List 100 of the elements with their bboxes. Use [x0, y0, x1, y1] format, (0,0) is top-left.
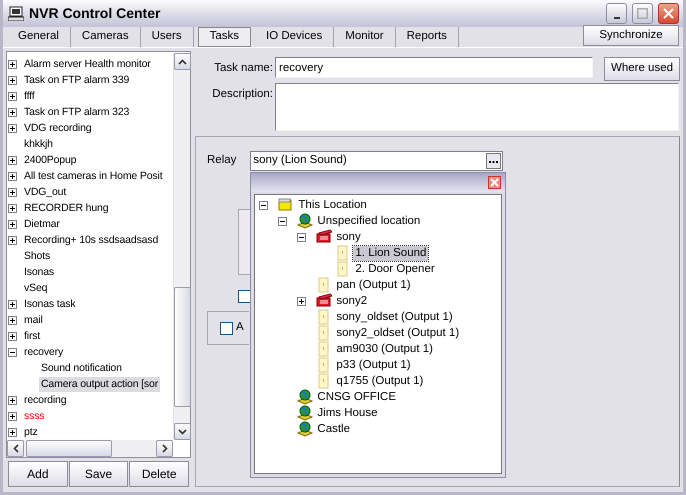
globe-icon: [296, 421, 313, 437]
scroll-up-button[interactable]: [174, 53, 191, 70]
task-name-field[interactable]: recovery: [275, 57, 593, 78]
maximize-button[interactable]: [632, 3, 653, 24]
globe-icon: [296, 405, 313, 421]
collapse-icon[interactable]: [259, 200, 268, 210]
tree-item[interactable]: Alarm server Health monitor: [22, 56, 153, 72]
tree-item[interactable]: ptz: [22, 424, 40, 440]
expand-icon[interactable]: [8, 172, 17, 180]
tree-item[interactable]: Dietmar: [22, 216, 62, 232]
expand-icon[interactable]: [8, 204, 17, 212]
tab[interactable]: Cameras: [70, 27, 141, 47]
minimize-button[interactable]: [606, 3, 627, 24]
expand-icon[interactable]: [8, 396, 17, 404]
tree-item[interactable]: Castle: [315, 422, 352, 436]
task-name-label: Task name:: [213, 61, 273, 76]
tree-item[interactable]: Isonas: [22, 264, 56, 280]
collapse-icon[interactable]: [278, 216, 288, 226]
tab[interactable]: Reports: [396, 27, 459, 47]
tree-item[interactable]: This Location: [296, 198, 369, 212]
horizontal-scrollbar[interactable]: [7, 440, 173, 457]
tree-item[interactable]: Isonas task: [22, 296, 78, 312]
save-button[interactable]: Save: [68, 461, 128, 487]
expand-icon[interactable]: [8, 76, 17, 84]
expand-icon[interactable]: [8, 188, 17, 196]
tree-item[interactable]: Jims House: [315, 406, 380, 420]
tree-item[interactable]: khkkjh: [22, 136, 55, 152]
tab[interactable]: General: [7, 27, 71, 47]
tab[interactable]: IO Devices: [255, 27, 334, 47]
tree-item[interactable]: q1755 (Output 1): [334, 374, 426, 388]
delete-button[interactable]: Delete: [129, 461, 190, 487]
globe-icon: [296, 389, 313, 405]
add-button[interactable]: Add: [8, 461, 68, 487]
tree-item[interactable]: recovery: [22, 344, 66, 360]
tree-item[interactable]: sony2_oldset (Output 1): [334, 326, 462, 340]
expand-icon[interactable]: [297, 296, 306, 306]
relay-value: sony (Lion Sound): [253, 153, 348, 168]
close-button[interactable]: [658, 3, 679, 24]
tree-item[interactable]: ssss: [22, 408, 46, 424]
expand-icon[interactable]: [8, 92, 17, 100]
ellipsis-icon: [489, 160, 498, 162]
tree-item[interactable]: sony2: [334, 294, 370, 308]
scroll-right-button[interactable]: [156, 440, 173, 457]
close-button[interactable]: [488, 176, 502, 189]
tree-item[interactable]: 1. Lion Sound: [353, 246, 428, 260]
synchronize-button[interactable]: Synchronize: [583, 25, 679, 46]
tree-item[interactable]: Sound notification: [39, 360, 124, 376]
tree-item[interactable]: recording: [22, 392, 68, 408]
scrollbar-thumb[interactable]: [174, 287, 191, 407]
tree-item[interactable]: am9030 (Output 1): [334, 342, 435, 356]
expand-icon[interactable]: [8, 236, 17, 244]
close-icon: [663, 8, 674, 19]
tree-item[interactable]: Recording+ 10s ssdsaadsasd: [22, 232, 160, 248]
scrollbar-thumb[interactable]: [26, 440, 112, 457]
tree-item[interactable]: RECORDER hung: [22, 200, 110, 216]
expand-icon[interactable]: [8, 60, 17, 68]
checkbox[interactable]: [238, 290, 251, 303]
tree-item[interactable]: Task on FTP alarm 339: [22, 72, 132, 88]
expand-icon[interactable]: [8, 220, 17, 228]
tree-item[interactable]: 2. Door Opener: [353, 262, 437, 276]
browse-button[interactable]: [486, 153, 502, 169]
where-used-button[interactable]: Where used: [604, 57, 680, 81]
expand-icon[interactable]: [8, 300, 17, 308]
tree-item[interactable]: VDG_out: [22, 184, 68, 200]
expand-icon[interactable]: [8, 412, 17, 420]
expand-icon[interactable]: [8, 156, 17, 164]
tree-item[interactable]: CNSG OFFICE: [315, 390, 398, 404]
tree-item[interactable]: mail: [22, 312, 45, 328]
expand-icon[interactable]: [8, 332, 17, 340]
tree-item[interactable]: Unspecified location: [315, 214, 422, 228]
collapse-icon[interactable]: [8, 348, 17, 356]
expand-icon[interactable]: [8, 108, 17, 116]
scroll-down-button[interactable]: [174, 423, 191, 440]
tree-item[interactable]: first: [22, 328, 42, 344]
folder-icon: [278, 197, 294, 213]
tree-item[interactable]: sony: [334, 230, 363, 244]
tree-item[interactable]: Task on FTP alarm 323: [22, 104, 132, 120]
tab[interactable]: Tasks: [198, 27, 252, 47]
checkbox[interactable]: [220, 322, 233, 334]
tree-item[interactable]: VDG recording: [22, 120, 94, 136]
tree-item[interactable]: p33 (Output 1): [334, 358, 413, 372]
tree-item[interactable]: ffff: [22, 88, 36, 104]
expand-icon[interactable]: [8, 428, 17, 436]
tree-item[interactable]: Shots: [22, 248, 52, 264]
tab[interactable]: Monitor: [334, 27, 396, 47]
description-field[interactable]: [275, 83, 679, 131]
tree-item[interactable]: pan (Output 1): [334, 278, 413, 292]
relay-field[interactable]: sony (Lion Sound): [250, 151, 504, 171]
expand-icon[interactable]: [8, 316, 17, 324]
relay-label: Relay: [207, 153, 236, 168]
tree-item[interactable]: All test cameras in Home Posit: [22, 168, 164, 184]
collapse-icon[interactable]: [297, 232, 306, 242]
scroll-left-button[interactable]: [7, 440, 24, 457]
tab[interactable]: Users: [140, 27, 194, 47]
tree-item[interactable]: Camera output action [sor: [39, 376, 160, 392]
tree-item[interactable]: 2400Popup: [22, 152, 78, 168]
expand-icon[interactable]: [8, 124, 17, 132]
tree-item[interactable]: vSeq: [22, 280, 50, 296]
tree-item[interactable]: sony_oldset (Output 1): [334, 310, 455, 324]
vertical-scrollbar[interactable]: [173, 53, 190, 440]
